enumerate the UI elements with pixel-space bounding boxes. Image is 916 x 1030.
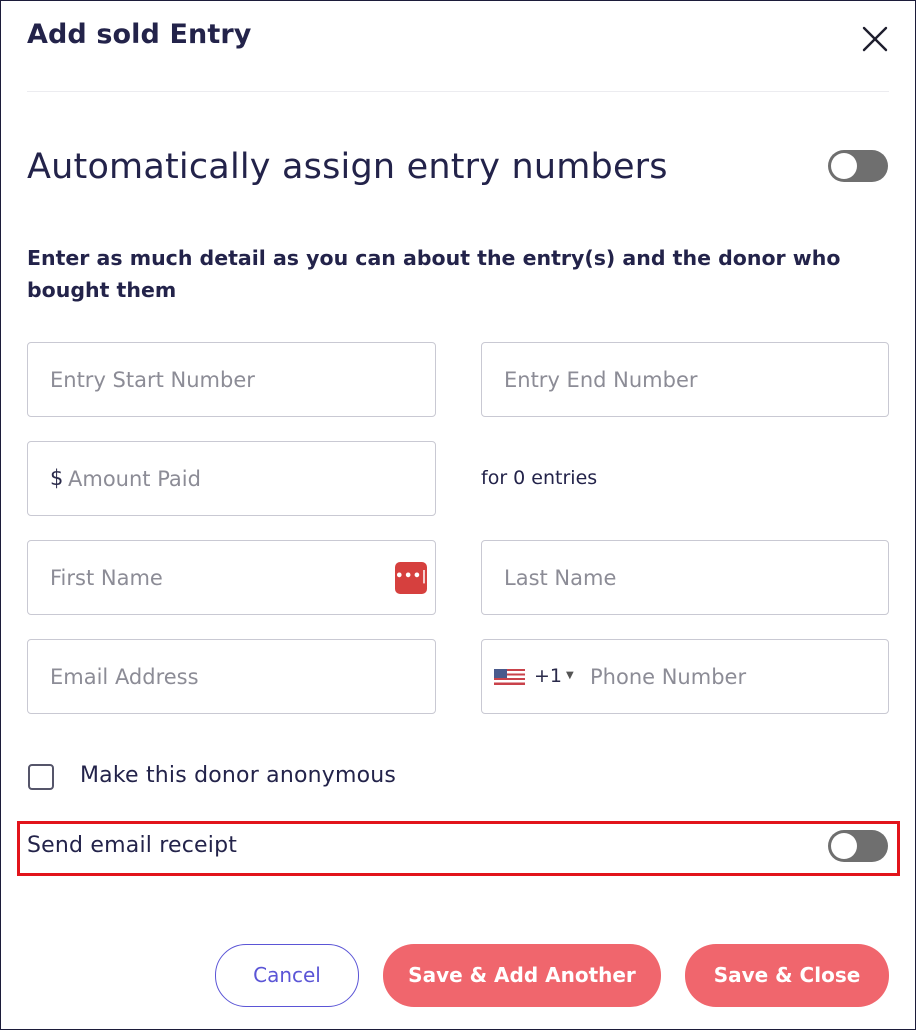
email-field[interactable] (27, 639, 436, 714)
us-flag-icon[interactable] (494, 669, 525, 685)
amount-paid-input[interactable] (68, 442, 408, 515)
toggle-knob (831, 833, 857, 859)
close-icon[interactable] (859, 23, 891, 55)
save-add-another-button[interactable]: Save & Add Another (383, 944, 661, 1007)
phone-field[interactable]: +1 ▼ (481, 639, 889, 714)
send-receipt-label: Send email receipt (27, 833, 238, 858)
add-sold-entry-dialog: Add sold Entry Automatically assign entr… (0, 0, 916, 1030)
first-name-input[interactable] (50, 541, 370, 614)
last-name-input[interactable] (504, 541, 864, 614)
anonymous-checkbox[interactable] (28, 764, 54, 790)
instructions-text: Enter as much detail as you can about th… (27, 246, 841, 302)
phone-input[interactable] (590, 640, 870, 713)
last-name-field[interactable] (481, 540, 889, 615)
entry-start-input[interactable] (50, 343, 410, 416)
dialog-title: Add sold Entry (27, 19, 252, 50)
cancel-button[interactable]: Cancel (215, 944, 359, 1007)
send-receipt-toggle[interactable] (828, 830, 888, 862)
email-input[interactable] (50, 640, 410, 713)
password-manager-icon[interactable]: •••| (395, 562, 427, 594)
save-close-button[interactable]: Save & Close (685, 944, 889, 1007)
phone-country-code[interactable]: +1 (534, 640, 562, 713)
entry-start-field[interactable] (27, 342, 436, 417)
anonymous-label: Make this donor anonymous (80, 763, 397, 788)
entry-end-field[interactable] (481, 342, 889, 417)
auto-assign-toggle[interactable] (828, 150, 888, 182)
auto-assign-label: Automatically assign entry numbers (27, 147, 668, 187)
amount-paid-field[interactable]: $ (27, 441, 436, 516)
header-divider (27, 91, 889, 92)
first-name-field[interactable]: •••| (27, 540, 436, 615)
chevron-down-icon[interactable]: ▼ (566, 640, 574, 713)
entry-end-input[interactable] (504, 343, 864, 416)
currency-symbol: $ (50, 466, 64, 490)
entries-count-note: for 0 entries (481, 467, 598, 489)
toggle-knob (831, 153, 857, 179)
